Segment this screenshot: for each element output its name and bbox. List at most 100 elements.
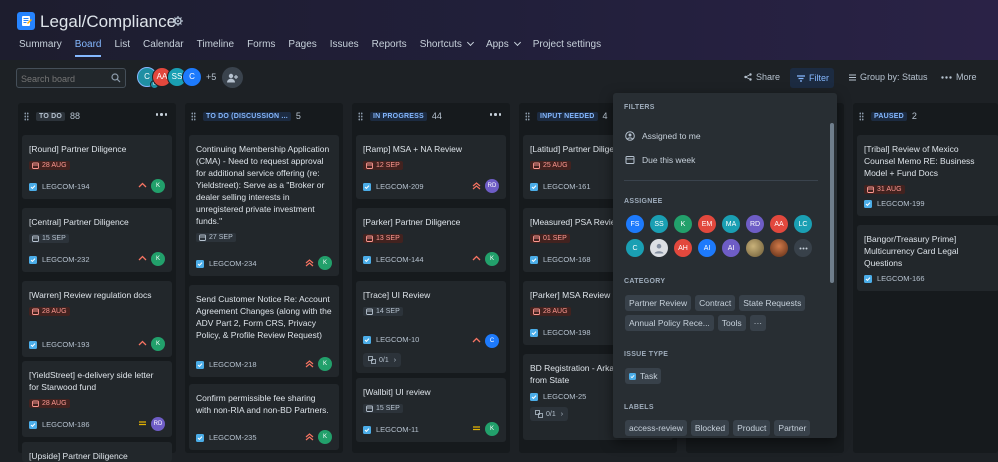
drag-handle-icon[interactable] <box>358 111 363 121</box>
label-chip[interactable]: access-review <box>625 420 687 436</box>
board-column-todo-discussion: TO DO (DISCUSSION ... 5 Continuing Member… <box>185 103 343 453</box>
assignee-filter-avatar[interactable]: AI <box>722 239 740 257</box>
tab-timeline[interactable]: Timeline <box>197 38 234 57</box>
card-title: [Bangor/Treasury Prime] Multicurrency Ca… <box>864 234 959 268</box>
category-chip[interactable]: Contract <box>695 295 736 311</box>
search-input[interactable] <box>21 74 107 84</box>
board-column-in-progress: IN PROGRESS 44 [Ramp] MSA + NA Review 12 … <box>352 103 510 453</box>
filter-assigned-to-me[interactable]: Assigned to me <box>625 131 701 141</box>
tab-issues[interactable]: Issues <box>330 38 359 57</box>
issue-card[interactable]: [Ramp] MSA + NA Review 12 SEP LEGCOM-209… <box>356 135 506 199</box>
tab-board[interactable]: Board <box>74 38 102 57</box>
assignee-filter-avatar[interactable]: SS <box>650 215 668 233</box>
issue-key: LEGCOM-234 <box>209 259 257 268</box>
priority-high-icon <box>472 255 481 261</box>
drag-handle-icon[interactable] <box>24 111 29 121</box>
assignee-filter-avatar[interactable]: AH <box>674 239 692 257</box>
avatars-more-count[interactable]: +5 <box>206 72 216 87</box>
assignee-filter-avatar[interactable]: EM <box>698 215 716 233</box>
column-more-icon[interactable] <box>488 113 501 116</box>
calendar-icon <box>32 400 39 407</box>
task-icon <box>530 255 538 264</box>
priority-highest-icon <box>305 433 314 441</box>
drag-handle-icon[interactable] <box>859 111 864 121</box>
issue-card[interactable]: Send Customer Notice Re: Account Agreeme… <box>189 285 339 377</box>
tab-project-settings[interactable]: Project settings <box>533 38 601 57</box>
category-chip[interactable]: Tools <box>717 315 746 331</box>
photo-avatar[interactable] <box>770 239 788 257</box>
category-chip[interactable]: Partner Review <box>625 295 692 311</box>
subtask-count-button[interactable]: 0/1 › <box>363 353 402 367</box>
panel-scrollbar[interactable] <box>830 123 834 283</box>
tab-pages[interactable]: Pages <box>288 38 316 57</box>
assignee-filter-avatar[interactable]: C <box>626 239 644 257</box>
assignee-avatar[interactable]: RD <box>485 179 499 193</box>
assignee-filter-avatar[interactable]: AA <box>770 215 788 233</box>
assignee-avatar[interactable]: K <box>485 422 499 436</box>
search-box[interactable] <box>16 68 126 88</box>
assignee-filter-avatar[interactable]: LC <box>794 215 812 233</box>
subtask-count-button[interactable]: 0/1 › <box>530 407 569 421</box>
category-chip[interactable]: State Requests <box>739 295 806 311</box>
issue-card[interactable]: [Wallbit] UI review 15 SEP LEGCOM-11 K <box>356 378 506 442</box>
add-user-icon <box>227 73 238 82</box>
share-button[interactable]: Share <box>744 72 780 82</box>
assignee-avatar[interactable]: RD <box>151 417 165 431</box>
issue-card[interactable]: [YieldStreet] e-delivery side letter for… <box>22 361 172 437</box>
drag-handle-icon[interactable] <box>525 111 530 121</box>
photo-avatar[interactable] <box>746 239 764 257</box>
add-people-button[interactable] <box>222 67 243 88</box>
label-chip[interactable]: Product <box>733 420 771 436</box>
assignee-avatar[interactable]: K <box>151 337 165 351</box>
issue-card[interactable]: [Bangor/Treasury Prime] Multicurrency Ca… <box>857 225 998 291</box>
assignee-avatar[interactable]: K <box>318 430 332 444</box>
issue-card[interactable]: [Warren] Review regulation docs 28 AUG L… <box>22 281 172 357</box>
issue-card[interactable]: Confirm permissible fee sharing with non… <box>189 384 339 450</box>
issue-card[interactable]: [Parker] Partner Diligence 13 SEP LEGCOM… <box>356 208 506 272</box>
category-chip[interactable]: Annual Policy Rece... <box>625 315 714 331</box>
issue-card[interactable]: [Central] Partner Diligence 15 SEP LEGCO… <box>22 208 172 272</box>
group-by-button[interactable]: Group by: Status <box>849 72 928 82</box>
assignee-avatar[interactable]: K <box>485 252 499 266</box>
more-button[interactable]: More <box>941 72 977 82</box>
tab-forms[interactable]: Forms <box>247 38 275 57</box>
assignee-filter-avatar[interactable]: MA <box>722 215 740 233</box>
assignee-avatar[interactable]: K <box>318 256 332 270</box>
calendar-icon <box>533 308 540 315</box>
assignee-avatar[interactable]: K <box>151 252 165 266</box>
filter-due-this-week[interactable]: Due this week <box>625 155 695 165</box>
issue-card[interactable]: [Trace] UI Review 14 SEP LEGCOM-10 C 0/1… <box>356 281 506 373</box>
assignee-avatar[interactable]: K <box>151 179 165 193</box>
column-more-icon[interactable] <box>154 113 167 116</box>
issue-key: LEGCOM-209 <box>376 182 424 191</box>
tab-shortcuts[interactable]: Shortcuts <box>420 38 473 57</box>
assignee-filter-avatar[interactable]: RD <box>746 215 764 233</box>
assignee-filter-avatar[interactable]: AI <box>698 239 716 257</box>
issue-card[interactable]: Continuing Membership Application (CMA) … <box>189 135 339 276</box>
assignee-avatar[interactable]: K <box>318 357 332 371</box>
assignee-filter-avatar[interactable]: K <box>674 215 692 233</box>
issue-card[interactable]: [Round] Partner Diligence 28 AUG LEGCOM-… <box>22 135 172 199</box>
task-icon <box>530 182 538 191</box>
issue-card[interactable]: [Tribal] Review of Mexico Counsel Memo R… <box>857 135 998 216</box>
tab-apps[interactable]: Apps <box>486 38 520 57</box>
avatar[interactable]: C <box>182 67 202 87</box>
tab-summary[interactable]: Summary <box>19 38 62 57</box>
tab-reports[interactable]: Reports <box>372 38 407 57</box>
card-title: [Parker] Partner Diligence <box>363 217 461 227</box>
default-user-avatar[interactable] <box>650 239 668 257</box>
label-chip[interactable]: Partner <box>774 420 811 436</box>
tab-calendar[interactable]: Calendar <box>143 38 184 57</box>
assignee-avatar[interactable]: C <box>485 334 499 348</box>
filter-button[interactable]: Filter <box>790 68 834 88</box>
more-categories-icon[interactable]: ··· <box>749 315 767 331</box>
issue-card[interactable]: [Upside] Partner Diligence <box>22 442 172 462</box>
issue-key: LEGCOM-144 <box>376 255 424 264</box>
drag-handle-icon[interactable] <box>191 111 196 121</box>
assignee-filter-avatar[interactable]: FS <box>626 215 644 233</box>
more-assignees-icon[interactable] <box>794 239 812 257</box>
tab-list[interactable]: List <box>114 38 130 57</box>
issue-type-chip[interactable]: Task <box>625 368 662 384</box>
gear-icon[interactable] <box>172 15 184 27</box>
label-chip[interactable]: Blocked <box>690 420 730 436</box>
